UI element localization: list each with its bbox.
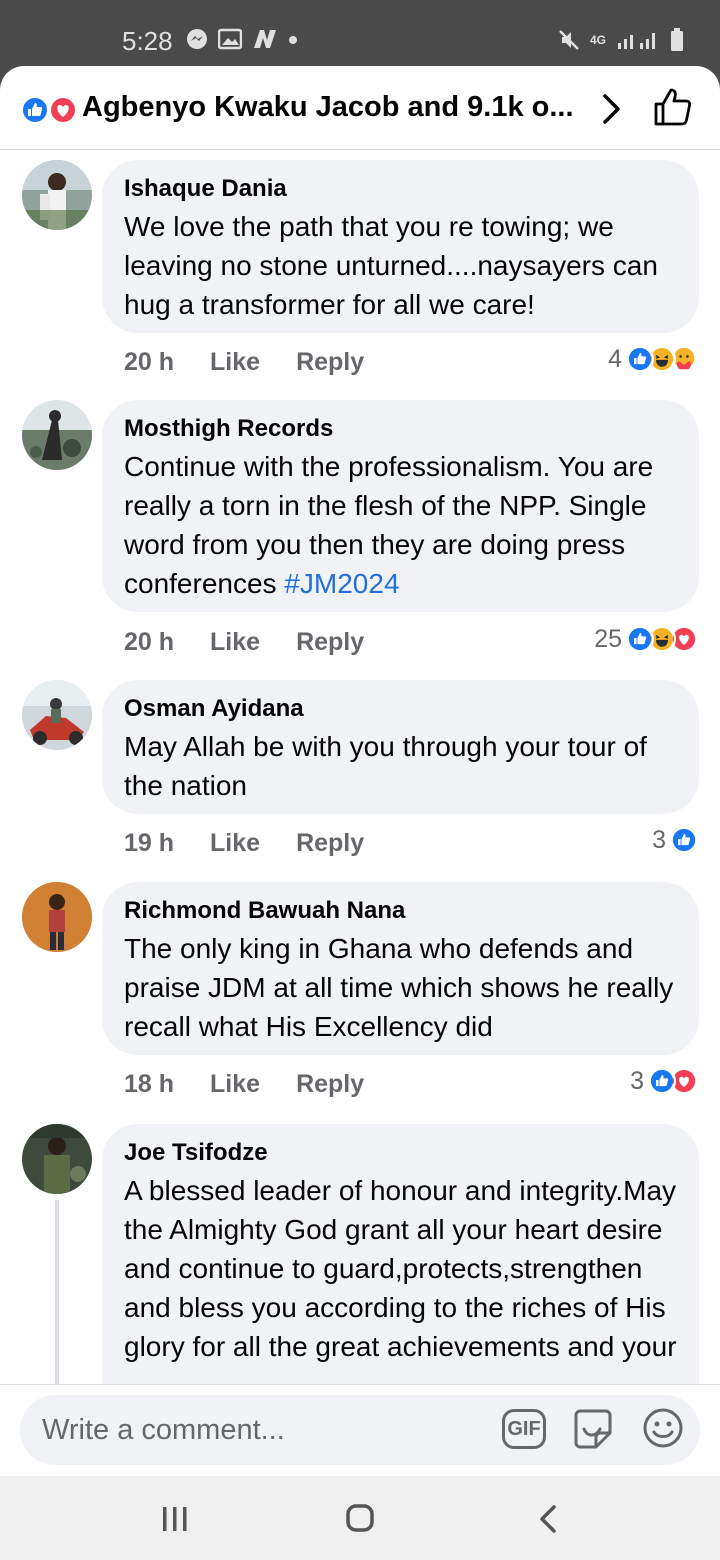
comment-reactions[interactable]: 4 bbox=[608, 342, 698, 376]
comment-time[interactable]: 18 h bbox=[124, 1070, 174, 1099]
reaction-count: 3 bbox=[652, 825, 666, 854]
like-reaction-icon bbox=[626, 345, 654, 373]
reactions-header[interactable]: Agbenyo Kwaku Jacob and 9.1k o... bbox=[0, 66, 720, 150]
back-icon[interactable] bbox=[536, 1504, 560, 1534]
system-navigation-bar bbox=[0, 1476, 720, 1560]
avatar-image bbox=[22, 882, 92, 952]
comment-list: Ishaque Dania We love the path that you … bbox=[0, 150, 720, 1384]
like-outline-icon[interactable] bbox=[652, 86, 694, 128]
comment-time[interactable]: 19 h bbox=[124, 829, 174, 858]
status-bar: 5:28 4G bbox=[0, 0, 720, 66]
comment-actions: 19 h Like Reply bbox=[124, 826, 364, 860]
comment-input-placeholder: Write a comment... bbox=[42, 1414, 285, 1446]
comment-bubble[interactable]: Richmond Bawuah Nana The only king in Gh… bbox=[102, 882, 699, 1055]
reaction-count: 25 bbox=[594, 624, 622, 653]
comment-time[interactable]: 20 h bbox=[124, 628, 174, 657]
comment-bubble[interactable]: Osman Ayidana May Allah be with you thro… bbox=[102, 680, 699, 814]
comment-author[interactable]: Ishaque Dania bbox=[124, 174, 677, 204]
comment-author[interactable]: Osman Ayidana bbox=[124, 694, 677, 724]
mute-icon bbox=[559, 30, 579, 50]
status-system-icons: 4G bbox=[558, 28, 684, 52]
sticker-icon[interactable] bbox=[570, 1407, 616, 1453]
comment-time[interactable]: 20 h bbox=[124, 348, 174, 377]
comment-composer: Write a comment... GIF bbox=[0, 1384, 720, 1476]
comment-bubble[interactable]: Ishaque Dania We love the path that you … bbox=[102, 160, 699, 333]
reply-button[interactable]: Reply bbox=[296, 348, 364, 377]
gif-icon[interactable]: GIF bbox=[502, 1409, 546, 1449]
reply-button[interactable]: Reply bbox=[296, 1070, 364, 1099]
comment-bubble[interactable]: Joe Tsifodze A blessed leader of honour … bbox=[102, 1124, 699, 1384]
home-icon[interactable] bbox=[345, 1503, 375, 1533]
comment-actions: 20 h Like Reply bbox=[124, 625, 364, 659]
like-button[interactable]: Like bbox=[210, 1070, 260, 1099]
like-reaction-icon bbox=[670, 826, 698, 854]
avatar[interactable] bbox=[22, 400, 92, 470]
dot-icon bbox=[289, 36, 297, 44]
avatar-image bbox=[22, 1124, 92, 1194]
reply-button[interactable]: Reply bbox=[296, 628, 364, 657]
chevron-right-icon[interactable] bbox=[596, 90, 626, 128]
like-button[interactable]: Like bbox=[210, 628, 260, 657]
like-reaction-icon bbox=[626, 625, 654, 653]
comment-reactions[interactable]: 25 bbox=[594, 622, 698, 656]
comment-reactions[interactable]: 3 bbox=[630, 1064, 698, 1098]
status-time: 5:28 bbox=[122, 26, 173, 56]
reaction-count: 3 bbox=[630, 1066, 644, 1095]
messenger-notification-icon bbox=[187, 29, 207, 49]
recent-apps-icon[interactable] bbox=[160, 1504, 190, 1534]
network-type-label: 4G bbox=[589, 33, 606, 47]
avatar-image bbox=[22, 680, 92, 750]
comment-author[interactable]: Joe Tsifodze bbox=[124, 1138, 677, 1168]
avatar-image bbox=[22, 160, 92, 230]
reaction-summary-icons bbox=[21, 96, 77, 124]
comment-text: A blessed leader of honour and integrity… bbox=[124, 1175, 677, 1362]
comment-reactions[interactable]: 3 bbox=[652, 823, 698, 857]
comment-input[interactable]: Write a comment... GIF bbox=[20, 1395, 700, 1465]
comment-text: Continue with the professionalism. You a… bbox=[124, 447, 677, 603]
avatar[interactable] bbox=[22, 680, 92, 750]
comment-actions: 18 h Like Reply bbox=[124, 1067, 364, 1101]
reaction-count: 4 bbox=[608, 344, 622, 373]
news-notification-icon bbox=[254, 30, 276, 48]
avatar[interactable] bbox=[22, 1124, 92, 1194]
comment-bubble[interactable]: Mosthigh Records Continue with the profe… bbox=[102, 400, 699, 612]
avatar[interactable] bbox=[22, 160, 92, 230]
hashtag-link[interactable]: #JM2024 bbox=[284, 568, 399, 599]
comment-author[interactable]: Richmond Bawuah Nana bbox=[124, 896, 677, 926]
like-button[interactable]: Like bbox=[210, 348, 260, 377]
comment-text: May Allah be with you through your tour … bbox=[124, 731, 647, 801]
reply-button[interactable]: Reply bbox=[296, 829, 364, 858]
comment-author[interactable]: Mosthigh Records bbox=[124, 414, 677, 444]
thread-line bbox=[55, 1200, 59, 1384]
like-button[interactable]: Like bbox=[210, 829, 260, 858]
comments-sheet: Agbenyo Kwaku Jacob and 9.1k o... Ishaqu… bbox=[0, 66, 720, 1476]
signal-icon bbox=[618, 33, 655, 49]
comment-text: The only king in Ghana who defends and p… bbox=[124, 933, 674, 1042]
comment-text: We love the path that you re towing; we … bbox=[124, 211, 658, 320]
avatar[interactable] bbox=[22, 882, 92, 952]
comment-actions: 20 h Like Reply bbox=[124, 345, 364, 379]
avatar-image bbox=[22, 400, 92, 470]
status-notification-icons bbox=[186, 28, 298, 50]
gif-label: GIF bbox=[507, 1417, 541, 1440]
battery-icon bbox=[671, 28, 683, 51]
reactions-title[interactable]: Agbenyo Kwaku Jacob and 9.1k o... bbox=[82, 91, 574, 124]
gallery-notification-icon bbox=[218, 28, 242, 50]
emoji-icon[interactable] bbox=[642, 1407, 684, 1449]
like-reaction-icon bbox=[648, 1067, 676, 1095]
